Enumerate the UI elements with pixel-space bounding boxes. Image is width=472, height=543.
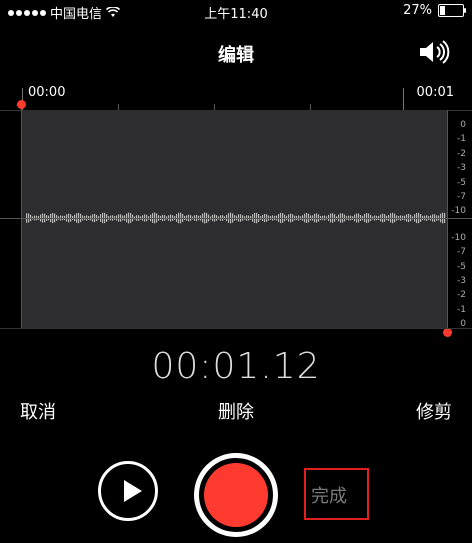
db-scale-label: -2: [457, 290, 466, 301]
page-title: 编辑: [218, 45, 254, 66]
timeline-start-label: 00:00: [28, 85, 66, 100]
play-button[interactable]: [98, 461, 158, 521]
status-right: 27%: [403, 3, 466, 18]
waveform-baseline: [0, 218, 472, 219]
status-time: 上午11:40: [204, 7, 268, 22]
db-scale-label: -2: [457, 148, 466, 159]
trim-handle-left[interactable]: [21, 104, 22, 328]
timeline-major-tick: [403, 88, 404, 110]
delete-button[interactable]: 删除: [0, 398, 472, 424]
battery-percent: 27%: [403, 3, 432, 18]
battery-icon: [438, 4, 466, 17]
db-scale-label: -5: [457, 261, 466, 272]
waveform-bottom-border: [0, 328, 472, 329]
done-label: 完成: [311, 486, 347, 507]
db-scale-label: 0: [460, 120, 466, 130]
waveform-area[interactable]: [22, 110, 448, 328]
waveform: [26, 212, 446, 224]
db-scale-label: -7: [457, 192, 466, 202]
done-button[interactable]: 完成: [304, 468, 369, 520]
trim-button[interactable]: 修剪: [416, 398, 452, 424]
trim-handle-left-knob[interactable]: [17, 100, 26, 109]
status-bar: 中国电信 上午11:40 27%: [0, 0, 472, 22]
db-scale: 0 -1 -2 -3 -5 -7 -10 -10 -7 -5 -3 -2 -1 0: [448, 110, 472, 329]
trim-handle-right-knob[interactable]: [443, 328, 452, 337]
db-scale-label: -3: [457, 163, 466, 174]
db-scale-label: -1: [457, 134, 466, 145]
db-scale-label: -10: [451, 206, 466, 217]
db-scale-label: -3: [457, 276, 466, 286]
record-button[interactable]: [194, 453, 278, 537]
db-scale-label: -5: [457, 177, 466, 188]
db-scale-label: -7: [457, 247, 466, 258]
db-scale-label: -10: [451, 232, 466, 243]
speaker-icon[interactable]: [418, 38, 454, 66]
timeline-end-label: 00:01: [416, 85, 454, 100]
record-icon: [204, 463, 268, 527]
db-scale-label: -1: [457, 304, 466, 315]
elapsed-time: 00:01.12: [151, 346, 321, 387]
